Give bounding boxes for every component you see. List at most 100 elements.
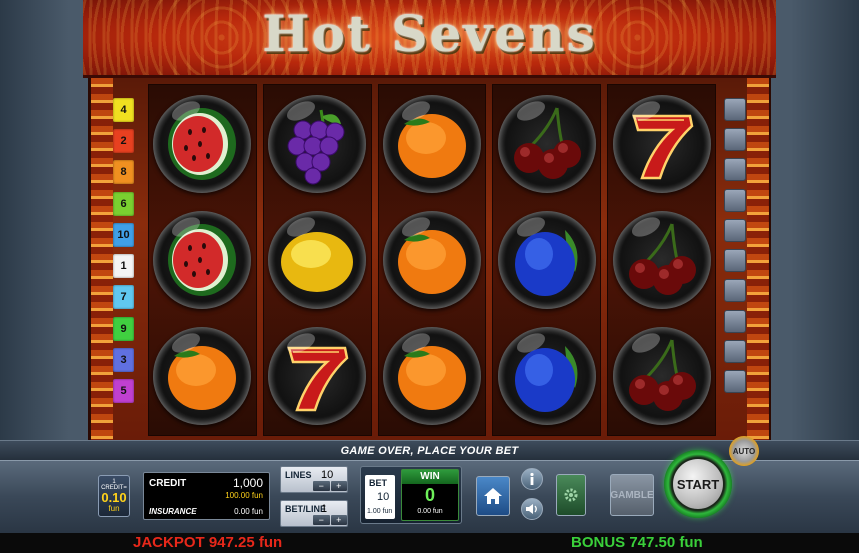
insurance-value: 0.00 fun xyxy=(234,507,263,516)
bet-per-line-value: 1 xyxy=(321,503,328,515)
start-button[interactable]: START xyxy=(664,450,732,518)
reel-cell xyxy=(379,88,486,200)
jackpot-display: JACKPOT 947.25 fun xyxy=(133,534,283,551)
home-button[interactable] xyxy=(476,476,510,516)
payline-number: 8 xyxy=(113,160,134,184)
footer-bar xyxy=(0,533,859,553)
seven-icon xyxy=(268,327,367,425)
reel-cell xyxy=(264,204,371,316)
payline-marker xyxy=(724,279,746,302)
payline-number: 9 xyxy=(113,317,134,341)
denomination-button[interactable]: 1 CREDIT= 0.10 fun xyxy=(98,475,130,517)
reel-cell xyxy=(149,204,256,316)
reels-area xyxy=(148,84,716,436)
payline-marker xyxy=(724,98,746,121)
payline-marker xyxy=(724,158,746,181)
reel-cell xyxy=(264,320,371,432)
payline-indicators-right xyxy=(724,98,746,400)
bet-win-display: BET 10 1.00 fun WIN 0 0.00 fun xyxy=(360,466,462,524)
payline-number: 6 xyxy=(113,192,134,216)
reel-cell xyxy=(608,88,715,200)
payline-marker xyxy=(724,249,746,272)
reel-cell xyxy=(379,204,486,316)
credit-money: 100.00 fun xyxy=(225,491,263,500)
reel-cell xyxy=(149,320,256,432)
autoplay-button[interactable]: AUTO xyxy=(729,436,759,466)
payline-number: 2 xyxy=(113,129,134,153)
bet-per-line-plus-button[interactable]: + xyxy=(330,515,347,525)
reel-cell xyxy=(379,320,486,432)
bet-per-line-label: BET/LINE xyxy=(285,504,327,514)
orange-icon xyxy=(153,327,252,425)
credit-value: 1,000 xyxy=(232,476,263,490)
gamble-button[interactable]: GAMBLE xyxy=(610,474,654,516)
plum-icon xyxy=(497,327,596,425)
reel-cell xyxy=(493,320,600,432)
orange-icon xyxy=(382,211,481,309)
plum-icon xyxy=(497,211,596,309)
denomination-unit: fun xyxy=(108,504,120,513)
status-message: GAME OVER, PLACE YOUR BET xyxy=(340,445,519,457)
bet-per-line-minus-button[interactable]: − xyxy=(313,515,330,525)
payline-marker xyxy=(724,310,746,333)
home-icon xyxy=(484,488,502,504)
lines-plus-button[interactable]: + xyxy=(330,481,347,491)
payline-number: 3 xyxy=(113,348,134,372)
payline-marker xyxy=(724,370,746,393)
start-label: START xyxy=(673,459,723,509)
info-button[interactable] xyxy=(521,468,543,490)
payline-number: 4 xyxy=(113,98,134,122)
credit-display: CREDIT 1,000 100.00 fun INSURANCE 0.00 f… xyxy=(143,472,270,520)
cherries-icon xyxy=(612,211,711,309)
orange-icon xyxy=(382,327,481,425)
bet-label: BET xyxy=(369,478,387,488)
bonus-display: BONUS 747.50 fun xyxy=(571,534,703,551)
payline-number: 5 xyxy=(113,379,134,403)
win-label: WIN xyxy=(402,470,458,484)
payline-indicators-left: 4 2 8 6 10 1 7 9 3 5 xyxy=(113,98,135,410)
reel-5 xyxy=(607,84,716,436)
reel-4 xyxy=(492,84,602,436)
lines-value: 10 xyxy=(321,469,334,481)
reel-cell xyxy=(264,88,371,200)
game-stage: Hot Sevens 4 2 8 6 10 1 7 9 3 5 GAME OVER, PLACE … xyxy=(0,0,859,553)
lemon-icon xyxy=(268,211,367,309)
speaker-icon xyxy=(526,504,537,514)
payline-number: 1 xyxy=(113,254,134,278)
denomination-value: 0.10 xyxy=(101,490,127,505)
payline-marker xyxy=(724,340,746,363)
watermelon-icon xyxy=(153,211,252,309)
game-logo: Hot Sevens xyxy=(83,0,776,78)
bet-display: BET 10 1.00 fun xyxy=(365,475,395,519)
reel-3 xyxy=(377,84,487,436)
bet-per-line-stepper: BET/LINE 1 − + xyxy=(280,500,348,527)
watermelon-icon xyxy=(153,95,252,193)
reel-cell xyxy=(608,204,715,316)
lines-minus-button[interactable]: − xyxy=(313,481,330,491)
lines-label: LINES xyxy=(285,470,312,480)
sound-button[interactable] xyxy=(521,498,543,520)
reel-1 xyxy=(148,84,257,436)
payline-number: 7 xyxy=(113,285,134,309)
bet-value: 10 xyxy=(377,491,390,503)
reel-cell xyxy=(493,204,600,316)
settings-button[interactable] xyxy=(556,474,586,516)
cherries-icon xyxy=(497,95,596,193)
seven-icon xyxy=(612,95,711,193)
reel-cell xyxy=(608,320,715,432)
orange-icon xyxy=(382,95,481,193)
payline-marker xyxy=(724,189,746,212)
payline-number: 10 xyxy=(113,223,134,247)
right-flame-decoration xyxy=(747,78,769,440)
insurance-label: INSURANCE xyxy=(149,507,197,516)
win-display: WIN 0 0.00 fun xyxy=(401,469,459,521)
game-title: Hot Sevens xyxy=(262,4,597,63)
win-money: 0.00 fun xyxy=(417,508,443,515)
payline-marker xyxy=(724,219,746,242)
cherries-icon xyxy=(612,327,711,425)
win-value: 0 xyxy=(424,485,435,505)
reel-cell xyxy=(149,88,256,200)
lines-stepper: LINES 10 − + xyxy=(280,466,348,493)
credit-label: CREDIT xyxy=(149,478,187,489)
info-icon xyxy=(530,472,534,485)
